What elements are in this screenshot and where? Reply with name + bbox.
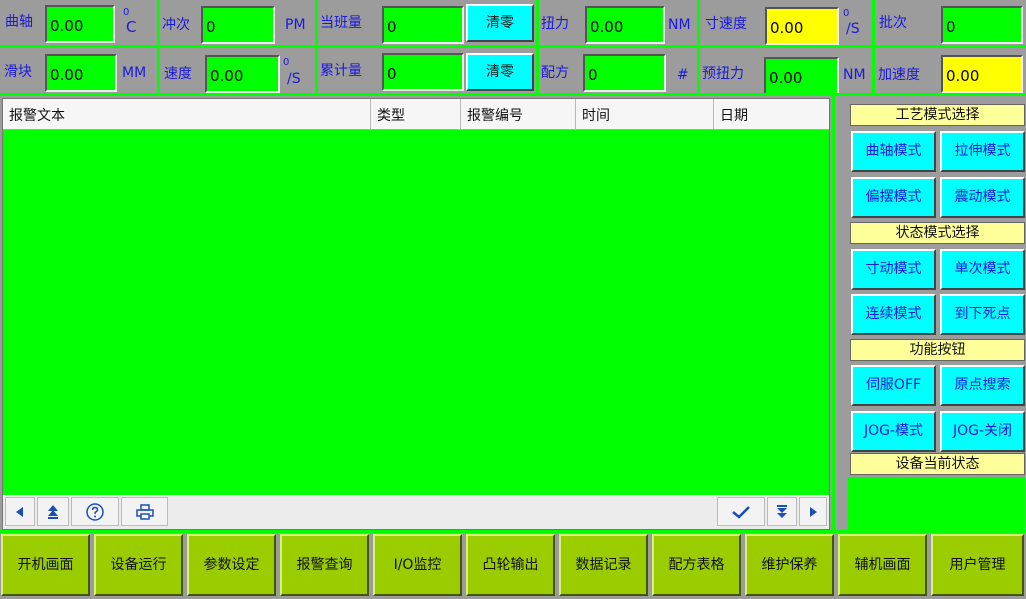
jog-mode-button[interactable]: JOG-模式 bbox=[851, 411, 936, 452]
scroll-left-button[interactable] bbox=[5, 497, 35, 526]
recipe-unit: # bbox=[677, 67, 689, 83]
speed-unit-degree: 0 bbox=[283, 57, 290, 68]
help-button[interactable] bbox=[71, 497, 119, 526]
crank-unit-degree: 0 bbox=[123, 7, 130, 18]
pre-torque-field[interactable]: 0.00 bbox=[764, 57, 839, 95]
jog-off-button[interactable]: JOG-关闭 bbox=[940, 411, 1025, 452]
swing-mode-button[interactable]: 偏摆模式 bbox=[851, 177, 936, 218]
origin-search-button[interactable]: 原点搜索 bbox=[940, 365, 1025, 406]
crank-angle-field[interactable]: 0.00 bbox=[45, 5, 115, 43]
total-count-label: 累计量 bbox=[320, 63, 362, 79]
pre-torque-label: 预扭力 bbox=[702, 66, 744, 82]
alarm-table-header: 报警文本 类型 报警编号 时间 日期 bbox=[3, 99, 829, 130]
shift-count-label: 当班量 bbox=[320, 15, 362, 31]
column-type[interactable]: 类型 bbox=[371, 99, 461, 130]
inch-speed-unit-degree: 0 bbox=[843, 8, 850, 19]
batch-field[interactable]: 0 bbox=[941, 6, 1023, 44]
stroke-unit: PM bbox=[285, 17, 306, 33]
batch-label: 批次 bbox=[879, 15, 907, 31]
scroll-bottom-button[interactable] bbox=[767, 497, 797, 526]
arrow-right-icon bbox=[810, 506, 817, 517]
state-mode-title: 状态模式选择 bbox=[850, 222, 1025, 244]
device-status-indicator bbox=[848, 477, 1025, 529]
header-divider bbox=[872, 0, 875, 95]
nav-separator bbox=[0, 530, 1026, 533]
alarm-toolbar bbox=[3, 495, 829, 529]
speed-unit: /S bbox=[287, 71, 301, 87]
nav-parameter-settings[interactable]: 参数设定 bbox=[187, 534, 276, 596]
help-icon bbox=[86, 502, 104, 521]
total-count-field[interactable]: 0 bbox=[382, 53, 464, 91]
function-buttons-title: 功能按钮 bbox=[850, 339, 1025, 361]
torque-field[interactable]: 0.00 bbox=[585, 6, 665, 44]
inch-speed-label: 寸速度 bbox=[705, 16, 747, 32]
scroll-right-button[interactable] bbox=[799, 497, 827, 526]
slider-position-field[interactable]: 0.00 bbox=[45, 54, 117, 92]
speed-field[interactable]: 0.00 bbox=[205, 55, 280, 93]
header-divider bbox=[697, 0, 700, 95]
crank-mode-button[interactable]: 曲轴模式 bbox=[851, 131, 936, 172]
column-alarm-number[interactable]: 报警编号 bbox=[461, 99, 576, 130]
crank-label: 曲轴 bbox=[5, 14, 33, 30]
nav-user-management[interactable]: 用户管理 bbox=[931, 534, 1024, 596]
print-button[interactable] bbox=[121, 497, 168, 526]
process-mode-title: 工艺模式选择 bbox=[850, 104, 1025, 126]
acceleration-label: 加速度 bbox=[878, 67, 920, 83]
inch-speed-field[interactable]: 0.00 bbox=[765, 7, 839, 45]
torque-label: 扭力 bbox=[541, 16, 569, 32]
nav-data-record[interactable]: 数据记录 bbox=[559, 534, 648, 596]
column-alarm-text[interactable]: 报警文本 bbox=[3, 99, 371, 130]
column-time[interactable]: 时间 bbox=[576, 99, 714, 130]
nav-cam-output[interactable]: 凸轮输出 bbox=[466, 534, 555, 596]
arrow-down-last-icon bbox=[777, 504, 787, 518]
stroke-rate-field[interactable]: 0 bbox=[201, 6, 275, 44]
acknowledge-button[interactable] bbox=[717, 497, 765, 526]
single-mode-button[interactable]: 单次模式 bbox=[940, 249, 1025, 290]
scroll-top-button[interactable] bbox=[37, 497, 69, 526]
recipe-field[interactable]: 0 bbox=[583, 54, 666, 92]
continuous-mode-button[interactable]: 连续模式 bbox=[851, 294, 936, 335]
acceleration-field[interactable]: 0.00 bbox=[941, 55, 1023, 93]
recipe-label: 配方 bbox=[541, 65, 569, 81]
stretch-mode-button[interactable]: 拉伸模式 bbox=[940, 131, 1025, 172]
shift-clear-button[interactable]: 清零 bbox=[466, 4, 534, 42]
servo-off-button[interactable]: 伺服OFF bbox=[851, 365, 936, 406]
stroke-label: 冲次 bbox=[162, 17, 190, 33]
nav-auxiliary-screen[interactable]: 辅机画面 bbox=[838, 534, 927, 596]
column-date[interactable]: 日期 bbox=[714, 99, 829, 130]
nav-device-run[interactable]: 设备运行 bbox=[94, 534, 183, 596]
total-clear-button[interactable]: 清零 bbox=[466, 53, 534, 91]
shift-count-field[interactable]: 0 bbox=[382, 6, 464, 44]
inch-speed-unit: /S bbox=[846, 21, 860, 37]
alarm-table-body bbox=[3, 130, 829, 495]
print-icon bbox=[135, 503, 154, 520]
header-divider bbox=[536, 0, 539, 95]
crank-unit: C bbox=[126, 18, 137, 36]
pre-torque-unit: NM bbox=[843, 67, 866, 83]
slider-label: 滑块 bbox=[4, 64, 32, 80]
arrow-up-first-icon bbox=[48, 504, 58, 519]
nav-io-monitor[interactable]: I/O监控 bbox=[373, 534, 462, 596]
header-divider bbox=[315, 0, 318, 95]
inch-mode-button[interactable]: 寸动模式 bbox=[851, 249, 936, 290]
header-divider bbox=[157, 0, 160, 95]
panel-divider bbox=[832, 95, 835, 531]
alarm-panel: 报警文本 类型 报警编号 时间 日期 bbox=[2, 98, 830, 530]
device-status-title: 设备当前状态 bbox=[850, 453, 1025, 475]
slider-unit: MM bbox=[122, 65, 147, 81]
nav-recipe-table[interactable]: 配方表格 bbox=[652, 534, 741, 596]
check-icon bbox=[732, 505, 750, 519]
bottom-dead-center-button[interactable]: 到下死点 bbox=[940, 294, 1025, 335]
nav-alarm-query[interactable]: 报警查询 bbox=[280, 534, 369, 596]
arrow-left-icon bbox=[16, 506, 23, 517]
speed-label: 速度 bbox=[164, 66, 192, 82]
vibration-mode-button[interactable]: 震动模式 bbox=[940, 177, 1025, 218]
nav-startup-screen[interactable]: 开机画面 bbox=[1, 534, 90, 596]
nav-maintenance[interactable]: 维护保养 bbox=[745, 534, 834, 596]
torque-unit: NM bbox=[668, 17, 691, 33]
